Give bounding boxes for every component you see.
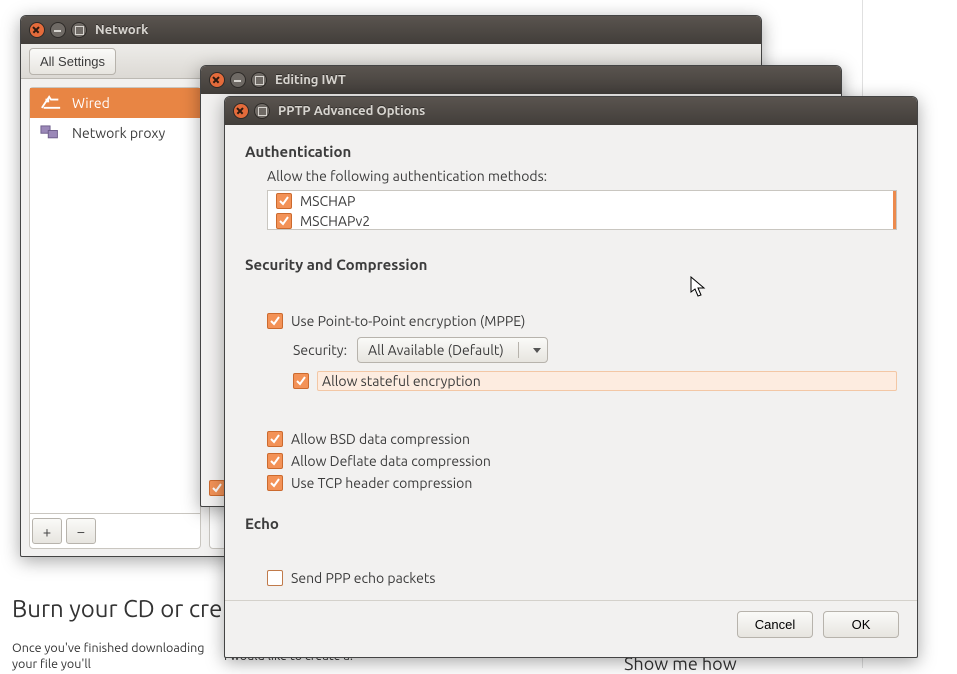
all-settings-button[interactable]: All Settings [29,48,116,75]
stateful-label: Allow stateful encryption [322,373,481,389]
checkbox-icon[interactable] [267,453,283,469]
ppp-echo-row[interactable]: Send PPP echo packets [267,570,897,586]
ok-button[interactable]: OK [823,611,899,638]
proxy-icon [40,125,62,141]
add-connection-button[interactable]: + [32,518,62,544]
checkbox-icon[interactable] [267,475,283,491]
titlebar[interactable]: PPTP Advanced Options [225,97,917,125]
minimize-icon[interactable] [50,22,66,38]
checkbox-icon[interactable] [293,373,309,389]
sidebar-item-label: Network proxy [72,125,165,141]
checkbox-icon[interactable] [209,480,225,496]
remove-connection-button[interactable]: − [66,518,96,544]
security-combo[interactable]: All Available (Default) [357,337,548,363]
wired-icon [40,95,62,111]
deflate-label: Allow Deflate data compression [291,453,491,469]
auth-method-label: MSCHAP [300,193,355,209]
auth-method-row[interactable]: MSCHAP [268,191,896,211]
authentication-subtitle: Allow the following authentication metho… [267,168,897,184]
bsd-label: Allow BSD data compression [291,431,470,447]
maximize-icon[interactable] [254,103,270,119]
checkbox-icon[interactable] [267,431,283,447]
chevron-down-icon [533,348,541,353]
checkbox-icon[interactable] [276,193,292,209]
echo-heading: Echo [245,515,897,532]
maximize-icon[interactable] [71,22,87,38]
authentication-heading: Authentication [245,143,897,160]
auth-methods-list[interactable]: MSCHAP MSCHAPv2 [267,190,897,230]
scrollbar[interactable] [893,191,896,229]
checkbox-icon[interactable] [267,570,283,586]
page-heading: Burn your CD or cre [12,595,222,622]
bsd-row[interactable]: Allow BSD data compression [267,431,897,447]
close-icon[interactable] [233,103,249,119]
checkbox-icon[interactable] [267,313,283,329]
tcp-label: Use TCP header compression [291,475,472,491]
sidebar-item-wired[interactable]: Wired [30,88,200,118]
security-label: Security: [293,342,347,358]
security-combo-value: All Available (Default) [368,342,504,358]
titlebar[interactable]: Network [21,16,761,44]
stateful-row[interactable]: Allow stateful encryption [293,371,897,391]
sidebar-item-network-proxy[interactable]: Network proxy [30,118,200,148]
ppp-echo-label: Send PPP echo packets [291,570,435,586]
deflate-row[interactable]: Allow Deflate data compression [267,453,897,469]
maximize-icon[interactable] [251,72,267,88]
auth-method-row[interactable]: MSCHAPv2 [268,211,896,230]
cancel-button[interactable]: Cancel [737,611,813,638]
close-icon[interactable] [29,22,45,38]
security-heading: Security and Compression [245,256,897,273]
titlebar[interactable]: Editing IWT [201,66,841,94]
minimize-icon[interactable] [230,72,246,88]
checkbox-icon[interactable] [276,213,292,229]
window-title: Network [95,23,148,37]
mppe-label: Use Point-to-Point encryption (MPPE) [291,313,525,329]
network-sidebar: Wired Network proxy + − [29,87,201,549]
auth-method-label: MSCHAPv2 [300,213,370,229]
pptp-advanced-options-window: PPTP Advanced Options Authentication All… [224,96,918,658]
window-title: Editing IWT [275,73,346,87]
stateful-highlight: Allow stateful encryption [317,371,897,391]
tcp-row[interactable]: Use TCP header compression [267,475,897,491]
window-title: PPTP Advanced Options [278,104,425,118]
close-icon[interactable] [209,72,225,88]
sidebar-item-label: Wired [72,95,110,111]
mppe-row[interactable]: Use Point-to-Point encryption (MPPE) [267,313,897,329]
